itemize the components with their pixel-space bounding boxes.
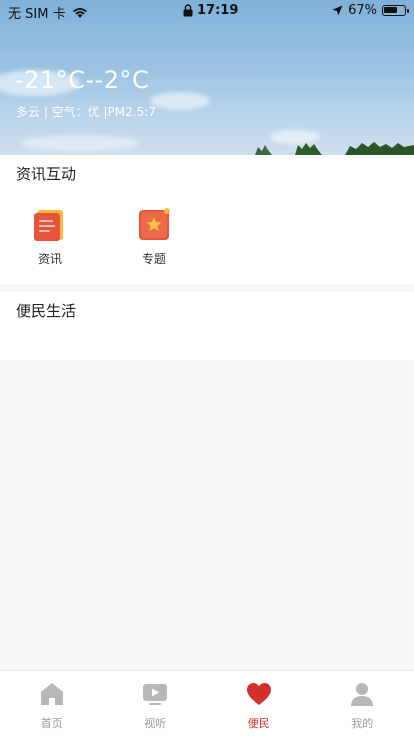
battery-percent: 67% <box>348 3 377 18</box>
treeline-decoration <box>255 142 414 155</box>
clock-time: 17:19 <box>197 3 239 18</box>
grid-item-label: 资讯 <box>37 252 62 266</box>
weather-temperature: -21°C--2°C <box>15 66 150 94</box>
user-icon <box>351 683 374 706</box>
carrier-label: 无 SIM 卡 <box>8 7 66 22</box>
tab-home[interactable]: 首页 <box>0 671 104 736</box>
tab-profile[interactable]: 我的 <box>311 671 414 736</box>
tab-label: 便民 <box>247 717 270 730</box>
weather-details: 多云 | 空气：优 |PM2.5:7 <box>16 105 156 119</box>
wifi-icon <box>72 7 87 18</box>
weather-header: 无 SIM 卡 17:19 67% -21°C--2°C 多云 | 空气：优 |… <box>0 0 414 155</box>
tab-label: 视听 <box>144 717 167 730</box>
grid-item-topic[interactable]: 专题 <box>124 208 184 267</box>
section-title: 便民生活 <box>16 302 77 320</box>
tab-label: 首页 <box>40 717 63 730</box>
heart-icon <box>246 683 271 705</box>
battery-level <box>384 7 397 13</box>
video-icon <box>143 684 168 705</box>
convenience-section: 便民生活 <box>0 292 414 360</box>
location-arrow-icon <box>332 5 343 16</box>
grid-item-label: 专题 <box>141 252 166 266</box>
grid-item-news[interactable]: 资讯 <box>20 208 80 267</box>
info-interaction-section: 资讯互动 资讯 专题 <box>0 155 414 284</box>
tab-label: 我的 <box>351 717 374 730</box>
cloud-decoration <box>150 92 210 110</box>
tab-video[interactable]: 视听 <box>104 671 208 736</box>
tab-convenience[interactable]: 便民 <box>207 671 311 736</box>
battery-icon <box>382 5 409 16</box>
status-bar: 无 SIM 卡 17:19 67% <box>0 0 414 22</box>
home-icon <box>40 683 63 705</box>
lock-icon <box>183 4 193 17</box>
topic-star-icon <box>137 208 171 242</box>
section-title: 资讯互动 <box>16 165 77 183</box>
bottom-tab-bar: 首页 视听 便民 我的 <box>0 670 414 736</box>
news-icon <box>33 208 67 242</box>
